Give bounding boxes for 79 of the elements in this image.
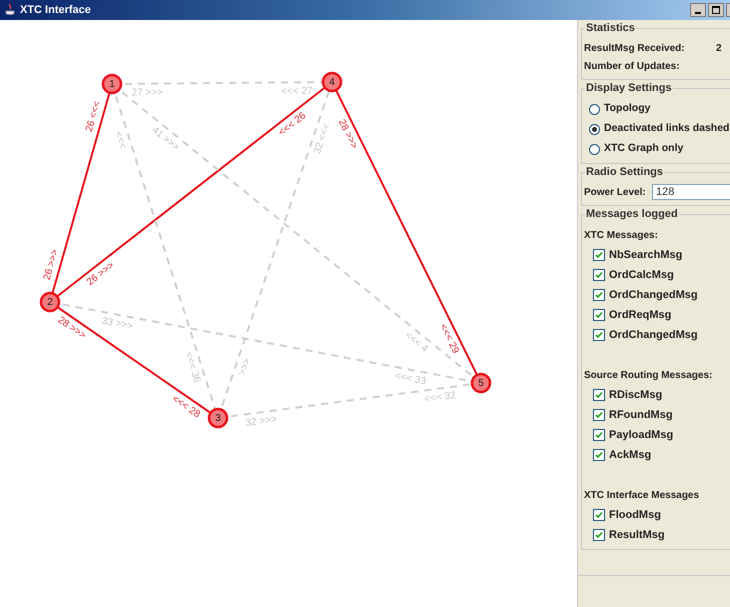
graph-node[interactable]: 2 — [40, 292, 60, 312]
window-title: XTC Interface — [20, 2, 91, 18]
checkbox-label: RFoundMsg — [609, 408, 673, 423]
radio-label: Deactivated links dashed — [604, 121, 730, 136]
radio-label: XTC Graph only — [604, 141, 684, 156]
stat-label: ResultMsg Received: — [584, 42, 686, 56]
check-icon — [595, 511, 603, 519]
checkbox[interactable] — [593, 329, 605, 341]
checkbox[interactable] — [593, 249, 605, 261]
section-title: Source Routing Messages: — [584, 368, 712, 382]
section-title: XTC Messages: — [584, 228, 658, 242]
edge-label: >>> — [236, 357, 253, 378]
power-level-label: Power Level: — [584, 186, 647, 200]
edge-label: <<< 33 — [394, 370, 427, 388]
edge-label: <<< 27 — [281, 86, 313, 98]
minimize-button[interactable] — [690, 3, 706, 17]
checkbox[interactable] — [593, 509, 605, 521]
checkbox[interactable] — [593, 269, 605, 281]
edge-label: <<< 4 — [402, 330, 430, 355]
graph-node[interactable]: 1 — [102, 74, 122, 94]
power-level-field[interactable]: 128 — [652, 184, 730, 200]
group-title: Radio Settings — [585, 165, 664, 179]
cup-icon — [4, 3, 16, 17]
graph-node[interactable]: 3 — [208, 408, 228, 428]
checkbox-label: OrdChangedMsg — [609, 328, 698, 343]
group-title: Display Settings — [585, 81, 673, 95]
check-icon — [595, 411, 603, 419]
check-icon — [595, 251, 603, 259]
checkbox-label: RDiscMsg — [609, 388, 662, 403]
edge-label: <<< 36 — [182, 350, 202, 384]
group-title: Messages logged — [585, 207, 679, 221]
edge-label: 28 >>> — [56, 314, 88, 342]
edge-label: 32 <<< — [312, 122, 333, 156]
checkbox[interactable] — [593, 529, 605, 541]
edge-label: 26 <<< — [84, 100, 104, 134]
checkbox[interactable] — [593, 309, 605, 321]
checkbox-label: NbSearchMsg — [609, 248, 682, 263]
edge-label: <<< 28 — [170, 394, 202, 420]
check-icon — [595, 271, 603, 279]
graph-node[interactable]: 4 — [322, 72, 342, 92]
checkbox-label: OrdChangedMsg — [609, 288, 698, 303]
radio-button[interactable] — [589, 124, 600, 134]
checkbox-label: FloodMsg — [609, 508, 661, 523]
edge-label: 28 >>> — [336, 118, 360, 151]
check-icon — [595, 431, 603, 439]
checkbox[interactable] — [593, 409, 605, 421]
stat-value: 2 — [716, 42, 722, 56]
check-icon — [595, 311, 603, 319]
stat-label: Number of Updates: — [584, 60, 681, 74]
checkbox-label: AckMsg — [609, 448, 652, 463]
radio-button[interactable] — [589, 144, 600, 154]
checkbox[interactable] — [593, 429, 605, 441]
edge-label: 33 >>> — [100, 316, 134, 332]
check-icon — [595, 531, 603, 539]
check-icon — [595, 291, 603, 299]
check-icon — [595, 451, 603, 459]
edge-label: <<< 32 — [424, 390, 456, 406]
edge-label: 27 >>> — [132, 87, 164, 98]
edge-label: <<< 29 — [437, 322, 461, 356]
checkbox-label: ResultMsg — [609, 528, 665, 543]
graph-node[interactable]: 5 — [470, 372, 492, 394]
edge-label: <<< 26 — [276, 110, 308, 138]
check-icon — [595, 391, 603, 399]
check-icon — [595, 331, 603, 339]
edge-label: 41 >>> — [150, 124, 181, 154]
edge-label: 26 >>> — [42, 248, 61, 282]
maximize-button[interactable] — [708, 3, 724, 17]
checkbox[interactable] — [593, 389, 605, 401]
checkbox[interactable] — [593, 449, 605, 461]
checkbox-label: OrdCalcMsg — [609, 268, 674, 283]
edge-label: 26 >>> — [84, 260, 117, 288]
edge-label: 32 >>> — [244, 414, 278, 429]
checkbox[interactable] — [593, 289, 605, 301]
radio-button[interactable] — [589, 104, 600, 114]
radio-label: Topology — [604, 101, 650, 116]
section-title: XTC Interface Messages — [584, 488, 700, 502]
edge-label: <<< — [112, 130, 128, 150]
checkbox-label: OrdReqMsg — [609, 308, 672, 323]
checkbox-label: PayloadMsg — [609, 428, 674, 443]
